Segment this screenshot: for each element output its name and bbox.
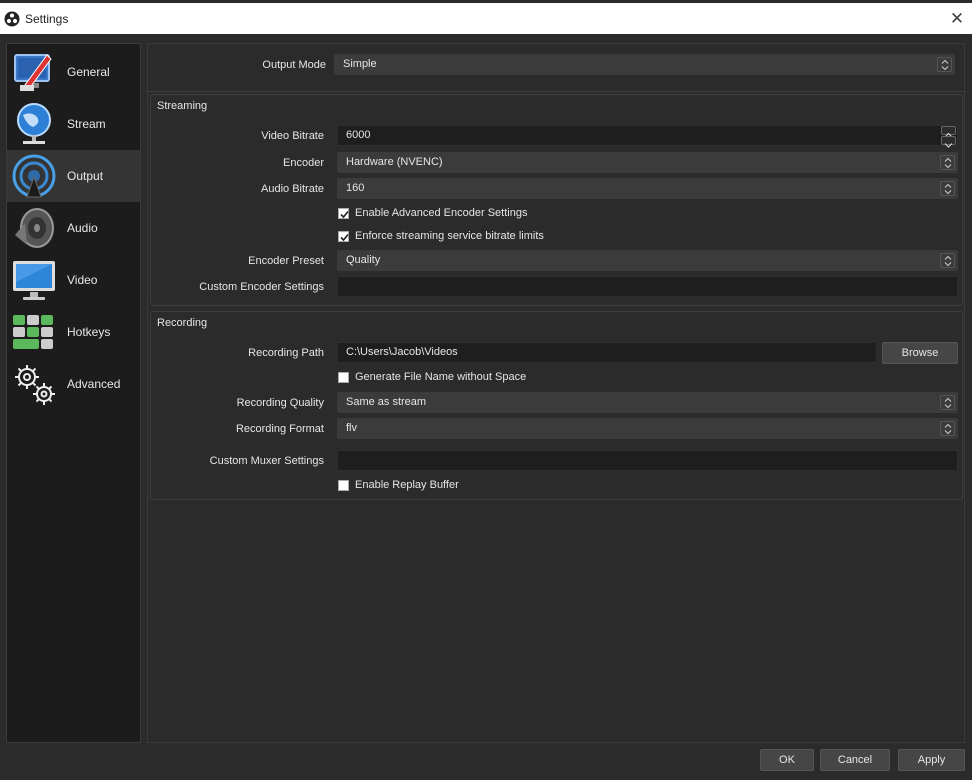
recording-path-label: Recording Path [248,347,324,359]
enforce-bitrate-limits-checkbox[interactable]: Enforce streaming service bitrate limits [338,230,544,242]
video-bitrate-label: Video Bitrate [261,130,324,142]
streaming-group: Streaming Video Bitrate 6000 Encoder Har… [150,94,963,306]
window-title: Settings [25,11,69,26]
recording-quality-value: Same as stream [346,396,427,408]
general-settings-icon [10,48,58,96]
settings-sidebar: General Stream Output Audio Video Hotkey… [6,43,141,743]
audio-bitrate-value: 160 [346,182,365,194]
encoder-preset-value: Quality [346,254,381,266]
recording-format-value: flv [346,422,357,434]
updown-arrows-icon [940,155,955,170]
sidebar-item-label: General [67,65,110,79]
recording-path-input[interactable]: C:\Users\Jacob\Videos [337,342,877,363]
output-mode-label: Output Mode [262,59,326,71]
recording-group-title: Recording [157,317,208,329]
output-mode-value: Simple [343,58,377,70]
ok-button[interactable]: OK [760,749,814,771]
updown-arrows-icon [940,421,955,436]
audio-bitrate-select[interactable]: 160 [337,178,958,199]
video-bitrate-value: 6000 [346,129,371,141]
sidebar-item-audio[interactable]: Audio [7,202,140,254]
encoder-select[interactable]: Hardware (NVENC) [337,152,958,173]
sidebar-item-label: Video [67,273,98,287]
cancel-button[interactable]: Cancel [820,749,890,771]
recording-quality-select[interactable]: Same as stream [337,392,958,413]
encoder-preset-select[interactable]: Quality [337,250,958,271]
custom-encoder-settings-label: Custom Encoder Settings [199,281,324,293]
checkbox-unchecked[interactable] [338,479,349,491]
encoder-preset-label: Encoder Preset [248,255,324,267]
updown-arrows-icon [940,395,955,410]
monitor-icon [10,256,58,304]
video-bitrate-spinbox[interactable]: 6000 [337,125,958,148]
custom-encoder-settings-input[interactable] [337,276,958,297]
output-mode-select[interactable]: Simple [334,54,955,75]
recording-format-label: Recording Format [235,423,324,435]
streaming-group-title: Streaming [157,100,208,112]
enable-replay-buffer-checkbox[interactable]: Enable Replay Buffer [338,479,459,491]
sidebar-item-stream[interactable]: Stream [7,98,140,150]
sidebar-item-general[interactable]: General [7,46,140,98]
sidebar-item-label: Hotkeys [67,325,111,339]
enable-advanced-encoder-checkbox[interactable]: Enable Advanced Encoder Settings [338,207,527,219]
enforce-bitrate-limits-label: Enforce streaming service bitrate limits [355,230,544,242]
gears-icon [10,360,58,408]
sidebar-item-output[interactable]: Output [7,150,140,202]
output-mode-section: Output Mode Simple [148,44,964,92]
apply-button[interactable]: Apply [898,749,965,771]
no-space-filename-checkbox[interactable]: Generate File Name without Space [338,371,526,383]
sidebar-item-hotkeys[interactable]: Hotkeys [7,306,140,358]
checkbox-checked[interactable] [338,230,349,242]
spin-buttons [940,126,957,148]
spin-up-button[interactable] [941,126,956,138]
checkbox-unchecked[interactable] [338,371,349,383]
recording-format-select[interactable]: flv [337,418,958,439]
browse-button[interactable]: Browse [882,342,958,364]
custom-muxer-settings-label: Custom Muxer Settings [209,455,324,467]
updown-arrows-icon [937,57,952,72]
sidebar-item-label: Advanced [67,377,121,391]
encoder-label: Encoder [283,157,324,169]
checkbox-checked[interactable] [338,207,349,219]
stream-globe-icon [10,100,58,148]
updown-arrows-icon [940,253,955,268]
speaker-icon [10,204,58,252]
enable-advanced-encoder-label: Enable Advanced Encoder Settings [355,207,528,219]
encoder-value: Hardware (NVENC) [346,156,443,168]
updown-arrows-icon [940,181,955,196]
recording-group: Recording Recording Path C:\Users\Jacob\… [150,311,963,500]
output-broadcast-icon [10,152,58,200]
sidebar-item-label: Stream [67,117,106,131]
close-icon[interactable]: ✕ [946,8,968,30]
spin-down-button[interactable] [941,136,956,148]
output-settings-panel: Output Mode Simple Streaming Video Bitra… [147,43,965,743]
sidebar-item-label: Output [67,169,104,183]
title-bar: Settings ✕ [0,0,972,34]
no-space-filename-label: Generate File Name without Space [355,371,527,383]
recording-quality-label: Recording Quality [236,397,324,409]
obs-logo-icon [4,11,20,26]
custom-muxer-settings-input[interactable] [337,450,958,471]
sidebar-item-video[interactable]: Video [7,254,140,306]
keyboard-icon [10,308,58,356]
audio-bitrate-label: Audio Bitrate [261,183,324,195]
sidebar-item-advanced[interactable]: Advanced [7,358,140,410]
sidebar-item-label: Audio [67,221,98,235]
enable-replay-buffer-label: Enable Replay Buffer [355,479,459,491]
